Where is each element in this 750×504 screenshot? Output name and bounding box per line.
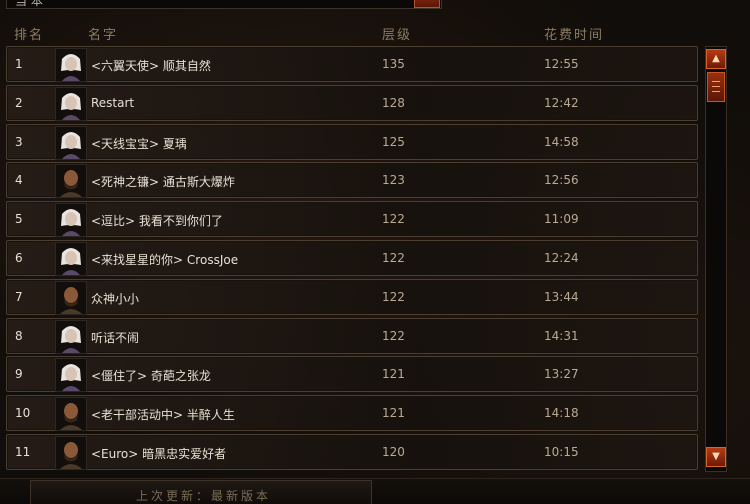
female-portrait-icon bbox=[55, 48, 87, 82]
row-rank: 11 bbox=[15, 445, 31, 459]
row-time: 12:55 bbox=[544, 57, 579, 71]
table-row[interactable]: 4 <死神之镰> 通古斯大爆炸 123 12:56 bbox=[6, 162, 698, 199]
row-player-name[interactable]: <六翼天使> 顺其自然 bbox=[91, 57, 211, 74]
row-time: 14:18 bbox=[544, 406, 579, 421]
table-row[interactable]: 8 听话不闹 122 14:31 bbox=[6, 317, 698, 354]
row-rank: 7 bbox=[15, 289, 23, 304]
row-player-name[interactable]: <老干部活动中> 半醉人生 bbox=[91, 406, 235, 423]
row-time: 14:58 bbox=[544, 134, 579, 149]
scrollbar-thumb[interactable] bbox=[707, 72, 725, 102]
row-rank: 4 bbox=[15, 173, 23, 188]
header-time[interactable]: 花费时间 bbox=[544, 24, 604, 43]
filter-dropdown[interactable]: 当 本 bbox=[6, 0, 442, 9]
row-level: 120 bbox=[382, 445, 405, 459]
row-level: 125 bbox=[382, 134, 405, 149]
row-player-name[interactable]: Restart bbox=[91, 96, 134, 110]
dropdown-arrow-icon[interactable] bbox=[414, 0, 440, 8]
filter-dropdown-value: 当 本 bbox=[15, 0, 43, 8]
row-level: 122 bbox=[382, 328, 405, 343]
row-rank: 1 bbox=[15, 57, 23, 71]
row-level: 123 bbox=[382, 173, 405, 188]
row-player-name[interactable]: <天线宝宝> 夏瑀 bbox=[91, 135, 187, 152]
row-rank: 6 bbox=[15, 251, 23, 265]
table-row[interactable]: 3 <天线宝宝> 夏瑀 125 14:58 bbox=[6, 123, 698, 160]
row-rank: 2 bbox=[15, 95, 23, 110]
row-time: 10:15 bbox=[544, 445, 579, 459]
header-name[interactable]: 名字 bbox=[88, 24, 118, 43]
row-rank: 9 bbox=[15, 367, 23, 382]
female-portrait-icon bbox=[55, 319, 87, 354]
table-row[interactable]: 2 Restart 128 12:42 bbox=[6, 84, 698, 121]
row-player-name[interactable]: <死神之镰> 通古斯大爆炸 bbox=[91, 173, 235, 190]
grip-line bbox=[712, 86, 720, 87]
male-portrait-icon bbox=[55, 436, 87, 470]
row-level: 121 bbox=[382, 406, 405, 421]
row-rank: 8 bbox=[15, 328, 23, 343]
leaderboard-header: 排名 名字 层级 花费时间 bbox=[6, 16, 696, 47]
row-time: 13:44 bbox=[544, 289, 579, 304]
triangle-down-icon: ▼ bbox=[712, 451, 720, 462]
row-level: 128 bbox=[382, 95, 405, 110]
table-row[interactable]: 6 <来找星星的你> CrossJoe 122 12:24 bbox=[6, 240, 698, 276]
table-row[interactable]: 9 <僵住了> 奇葩之张龙 121 13:27 bbox=[6, 356, 698, 393]
row-time: 12:24 bbox=[544, 251, 579, 265]
female-portrait-icon bbox=[55, 242, 87, 276]
row-player-name[interactable]: <僵住了> 奇葩之张龙 bbox=[91, 367, 211, 384]
row-rank: 5 bbox=[15, 212, 23, 227]
scrollbar-track[interactable] bbox=[705, 46, 727, 472]
table-row[interactable]: 7 众神小小 122 13:44 bbox=[6, 278, 698, 315]
row-time: 11:09 bbox=[544, 212, 579, 227]
header-rank[interactable]: 排名 bbox=[14, 24, 44, 43]
row-time: 12:42 bbox=[544, 95, 579, 110]
row-player-name[interactable]: <来找星星的你> CrossJoe bbox=[91, 251, 238, 268]
row-player-name[interactable]: <逗比> 我看不到你们了 bbox=[91, 212, 223, 229]
row-level: 122 bbox=[382, 212, 405, 227]
female-portrait-icon bbox=[55, 125, 87, 160]
row-player-name[interactable]: 听话不闹 bbox=[91, 329, 139, 346]
row-rank: 3 bbox=[15, 134, 23, 149]
row-level: 122 bbox=[382, 251, 405, 265]
grip-line bbox=[712, 81, 720, 82]
row-player-name[interactable]: <Euro> 暗黑忠实爱好者 bbox=[91, 445, 226, 462]
male-portrait-icon bbox=[55, 280, 87, 315]
scroll-down-button[interactable]: ▼ bbox=[706, 447, 726, 467]
row-rank: 10 bbox=[15, 406, 31, 421]
female-portrait-icon bbox=[55, 358, 87, 393]
row-time: 14:31 bbox=[544, 328, 579, 343]
footer-update-text: 上次更新：最新版本 bbox=[136, 489, 272, 503]
row-level: 135 bbox=[382, 57, 405, 71]
triangle-up-icon: ▲ bbox=[712, 53, 720, 64]
row-time: 13:27 bbox=[544, 367, 579, 382]
female-portrait-icon bbox=[55, 86, 87, 121]
row-player-name[interactable]: 众神小小 bbox=[91, 290, 139, 307]
table-row[interactable]: 10 <老干部活动中> 半醉人生 121 14:18 bbox=[6, 395, 698, 432]
scroll-up-button[interactable]: ▲ bbox=[706, 49, 726, 69]
male-portrait-icon bbox=[55, 397, 87, 432]
table-row[interactable]: 5 <逗比> 我看不到你们了 122 11:09 bbox=[6, 201, 698, 238]
row-level: 121 bbox=[382, 367, 405, 382]
row-time: 12:56 bbox=[544, 173, 579, 188]
leaderboard-window: 当 本 排名 名字 层级 花费时间 1 <六翼天使> 顺其自然 135 12:55 2 R… bbox=[0, 0, 750, 504]
table-row[interactable]: 1 <六翼天使> 顺其自然 135 12:55 bbox=[6, 46, 698, 82]
grip-line bbox=[712, 91, 720, 92]
male-portrait-icon bbox=[55, 164, 87, 199]
female-portrait-icon bbox=[55, 203, 87, 238]
table-row[interactable]: 11 <Euro> 暗黑忠实爱好者 120 10:15 bbox=[6, 434, 698, 470]
header-level[interactable]: 层级 bbox=[382, 24, 412, 43]
row-level: 122 bbox=[382, 289, 405, 304]
